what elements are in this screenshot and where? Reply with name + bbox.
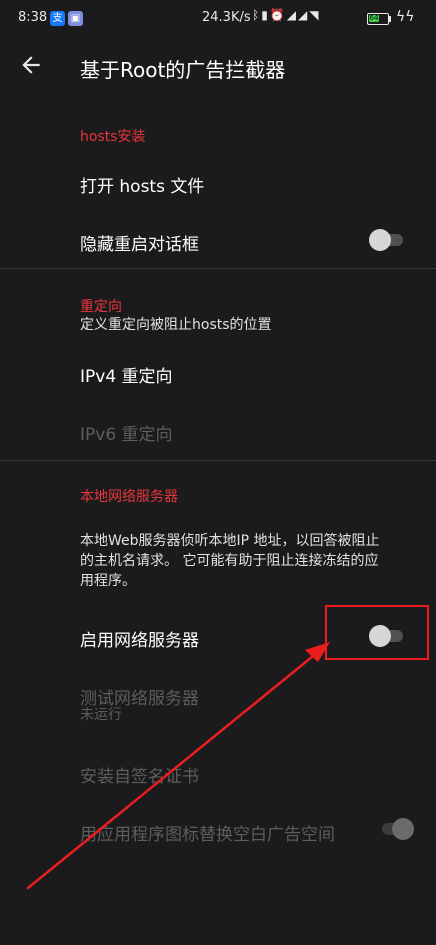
network-speed: 24.3K/s bbox=[202, 10, 251, 25]
battery-level: 64 bbox=[369, 14, 379, 22]
wifi-icon: ◥ bbox=[309, 8, 321, 22]
redirect-summary: 定义重定向被阻止hosts的位置 bbox=[80, 317, 272, 333]
battery-tip bbox=[389, 16, 391, 22]
enable-webserver-item[interactable]: 启用网络服务器 bbox=[80, 626, 199, 651]
alarm-icon: ⏰ bbox=[269, 8, 287, 22]
hd-signal-icon: ◢ bbox=[298, 8, 310, 22]
annotation-arrow bbox=[26, 642, 330, 890]
ipv6-redirect-item: IPv6 重定向 bbox=[80, 425, 173, 445]
install-certificate-item: 安装自签名证书 bbox=[80, 767, 199, 787]
page-title: 基于Root的广告拦截器 bbox=[80, 58, 286, 82]
hide-restart-dialog-switch[interactable] bbox=[369, 229, 405, 251]
notification-app-icon: ▣ bbox=[68, 11, 83, 26]
replace-ad-space-item: 用应用程序图标替换空白广告空间 bbox=[80, 825, 335, 845]
bluetooth-icon: ᛒ bbox=[252, 8, 262, 22]
ipv4-redirect-item[interactable]: IPv4 重定向 bbox=[80, 362, 173, 387]
section-header-redirect: 重定向 bbox=[80, 299, 122, 315]
test-webserver-status: 未运行 bbox=[80, 707, 122, 723]
webserver-description-line3: 用程序。 bbox=[80, 573, 136, 589]
status-indicators: ᛒ▮⏰◢◢◥ bbox=[252, 8, 320, 22]
switch-thumb bbox=[392, 818, 414, 840]
hd-signal-icon: ◢ bbox=[286, 8, 298, 22]
battery-saver-icon: ▮ bbox=[261, 8, 270, 22]
app-bar: 基于Root的广告拦截器 bbox=[0, 44, 436, 92]
annotation-highlight-box bbox=[325, 605, 429, 660]
status-time: 8:38 bbox=[18, 10, 48, 25]
battery-icon: 64 bbox=[367, 13, 389, 25]
alipay-icon: 支 bbox=[50, 11, 65, 26]
section-header-webserver: 本地网络服务器 bbox=[80, 489, 178, 505]
open-hosts-file-item[interactable]: 打开 hosts 文件 bbox=[80, 172, 204, 197]
hide-restart-dialog-item[interactable]: 隐藏重启对话框 bbox=[80, 230, 199, 255]
status-bar: 8:38 支 ▣ 24.3K/s ᛒ▮⏰◢◢◥ 64 ϟϟ bbox=[0, 0, 436, 36]
switch-thumb bbox=[369, 229, 391, 251]
divider bbox=[0, 460, 436, 461]
replace-ad-space-switch bbox=[378, 818, 414, 840]
section-header-hosts: hosts安装 bbox=[80, 129, 146, 145]
webserver-description-line2: 的主机名请求。 它可能有助于阻止连接冻结的应 bbox=[80, 553, 379, 569]
webserver-description-line1: 本地Web服务器侦听本地IP 地址，以回答被阻止 bbox=[80, 533, 380, 549]
arrow-back-icon[interactable] bbox=[18, 52, 44, 78]
divider bbox=[0, 268, 436, 269]
charging-icon: ϟϟ bbox=[396, 9, 415, 25]
